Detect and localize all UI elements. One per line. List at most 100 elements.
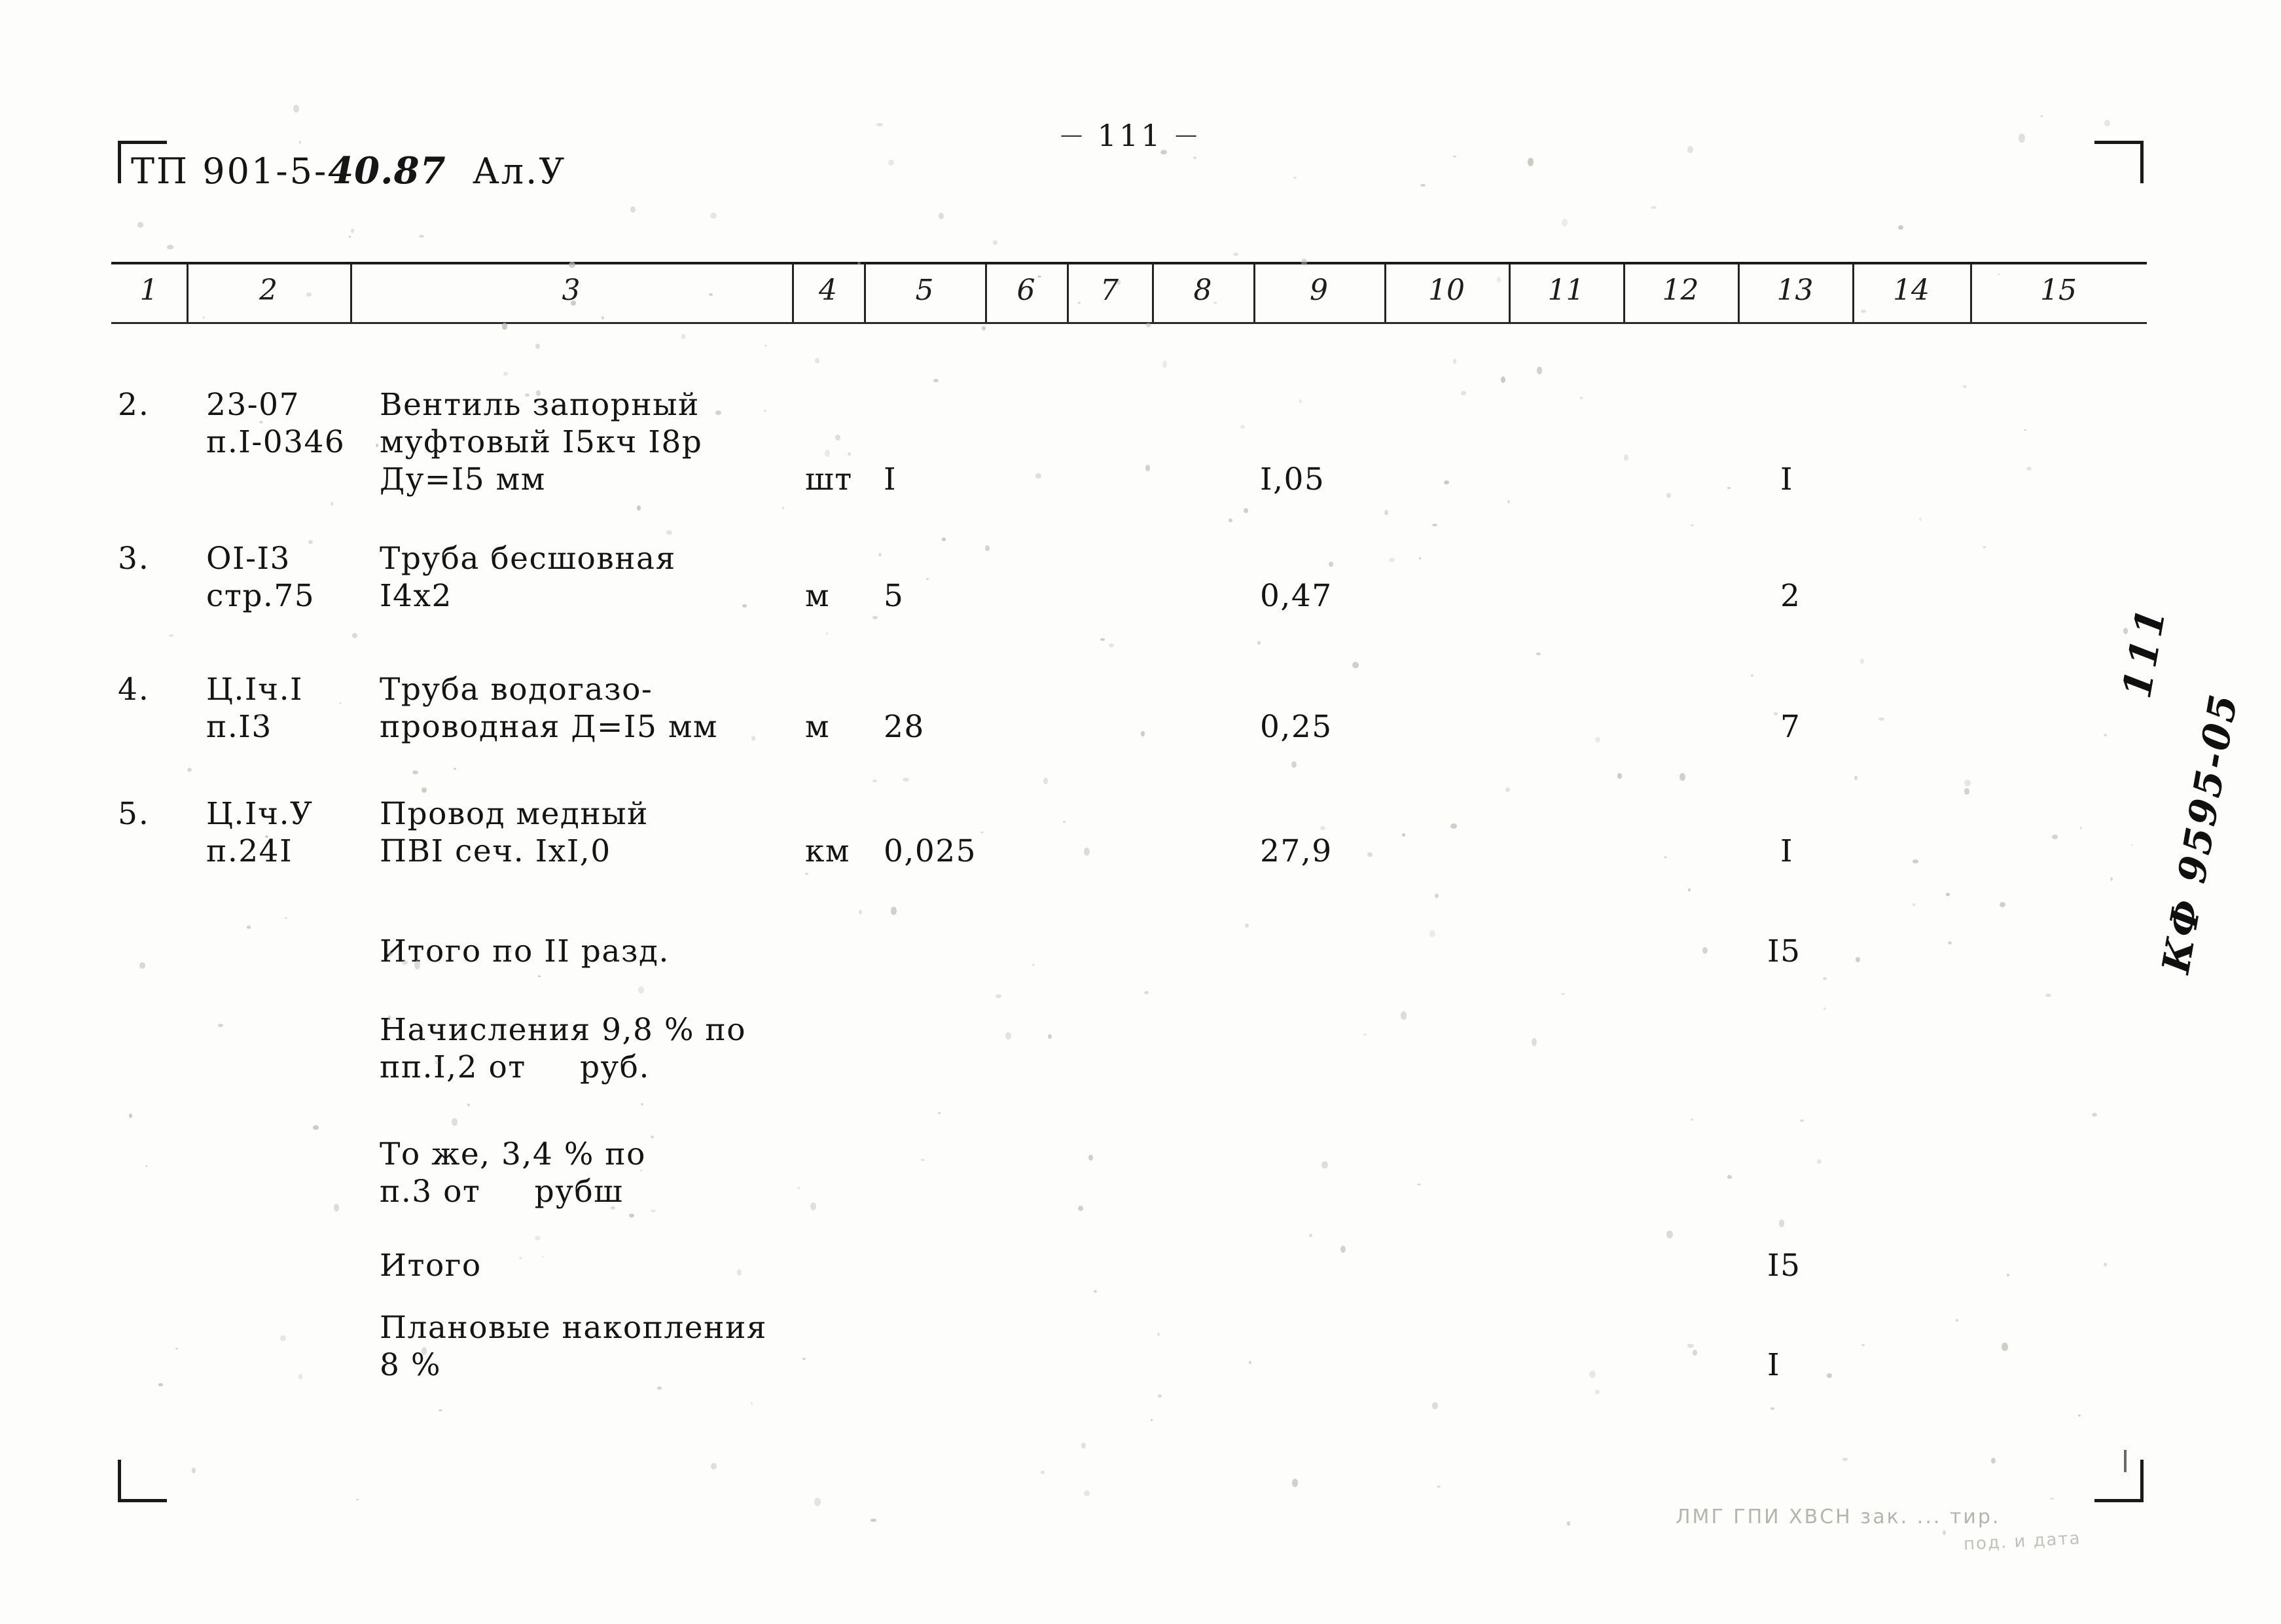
scan-speck [1687,1344,1694,1348]
table-header-top-rule [111,262,2147,264]
scan-speck [1983,546,1987,549]
scan-speck [1453,359,1457,364]
column-separator-9 [1253,264,1255,322]
scan-speck [1157,1333,1160,1336]
scan-speck [2019,134,2025,143]
scan-speck [419,235,425,238]
scan-speck [1301,259,1307,266]
row-code-2: OI-I3 стр.75 [206,541,315,614]
scan-speck [313,1125,319,1130]
scan-speck [711,1463,717,1470]
scan-speck [1842,1458,1848,1461]
scan-speck [1770,1407,1774,1410]
scan-speck [1401,1011,1407,1020]
scan-speck [1943,1530,1946,1536]
row-index-4: 5. [118,796,150,832]
row-code-1: 23-07 п.I-0346 [206,387,346,460]
scan-speck [1244,508,1249,513]
scan-speck [454,768,457,770]
document-code-prefix: ТП 901-5- [131,151,329,192]
row-unit-price-2: 0,47 [1260,578,1333,614]
scan-speck [2000,902,2006,907]
scan-speck [1898,225,1904,230]
scan-speck [826,632,829,636]
column-separator-7 [1067,264,1069,322]
scan-speck [247,926,251,929]
scan-speck [1100,638,1105,641]
scan-speck [1321,1161,1328,1168]
scan-speck [1817,1159,1822,1164]
scan-speck [1617,773,1623,779]
row-quantity-3: 28 [884,709,925,745]
footer-print-stamp: ЛМГ ГПИ ХВСН зак. ... тир. [1676,1506,2001,1528]
scan-speck [1666,493,1671,498]
row-unit-price-3: 0,25 [1260,709,1333,745]
scan-speck [666,530,673,535]
scan-speck [1249,1361,1252,1365]
scan-speck [1687,146,1694,153]
scan-speck [751,736,756,741]
scan-speck [1444,480,1449,484]
handwritten-page-number: 111 [2114,601,2176,702]
column-number-13: 13 [1776,274,1814,307]
scan-speck [1389,558,1395,563]
document-page: — 111 — ТП 901-5-40.87 Ал.У 1 2 3 4 5 6 7 8 9 10 1… [0,0,2281,1624]
scan-speck [1032,964,1035,966]
scan-speck [1861,1344,1865,1347]
scan-speck [1384,510,1388,515]
scan-speck [1919,518,1922,521]
row-code-3: Ц.Iч.I п.I3 [206,672,304,745]
scan-speck [1691,524,1694,526]
column-number-11: 11 [1547,274,1585,307]
scan-speck [2002,1343,2008,1351]
scan-speck [891,907,897,916]
scan-speck [538,975,541,978]
scan-speck [1233,253,1238,257]
scan-speck [1860,659,1865,664]
scan-speck [1751,674,1753,677]
scan-speck [535,344,540,349]
column-separator-10 [1384,264,1386,322]
scan-speck [1367,852,1373,857]
scan-speck [1589,1371,1596,1379]
scan-speck [1078,302,1081,304]
column-separator-6 [985,264,987,322]
row-total-2: 2 [1780,578,1801,614]
scan-speck [980,831,984,833]
scan-speck [1245,924,1249,928]
scan-speck [1048,1034,1052,1039]
scan-speck [265,835,268,838]
row-quantity-4: 0,025 [884,833,977,869]
scan-speck [349,236,351,238]
column-separator-12 [1623,264,1625,322]
scan-speck [503,372,509,376]
scan-speck [1329,562,1334,567]
scan-speck [996,994,1002,999]
scan-speck [742,604,747,607]
scan-speck [1293,177,1297,179]
row-unit-2: м [805,578,831,614]
crop-mark-bottom-right [2094,1460,2144,1502]
scan-speck [2041,115,2043,118]
scan-speck [985,545,990,551]
scan-speck [298,1374,302,1380]
scan-speck [1435,893,1439,898]
scan-speck [129,1113,132,1118]
scan-speck [1429,930,1436,937]
scan-speck [299,141,302,144]
scan-speck [1561,993,1566,996]
scan-speck [169,634,173,637]
scan-speck [1562,219,1568,227]
footer-secondary-stamp: под. и дата [1963,1528,2082,1555]
scan-speck [1352,662,1359,669]
scan-speck [1946,893,1950,897]
scan-speck [187,768,192,772]
scan-speck [1693,1350,1698,1356]
row-unit-price-4: 27,9 [1260,833,1333,869]
scan-speck [1037,276,1041,278]
column-separator-4 [792,264,794,322]
scan-speck [825,450,831,457]
scan-speck [467,1104,471,1106]
scan-speck [452,1118,458,1126]
scan-speck [422,787,427,793]
